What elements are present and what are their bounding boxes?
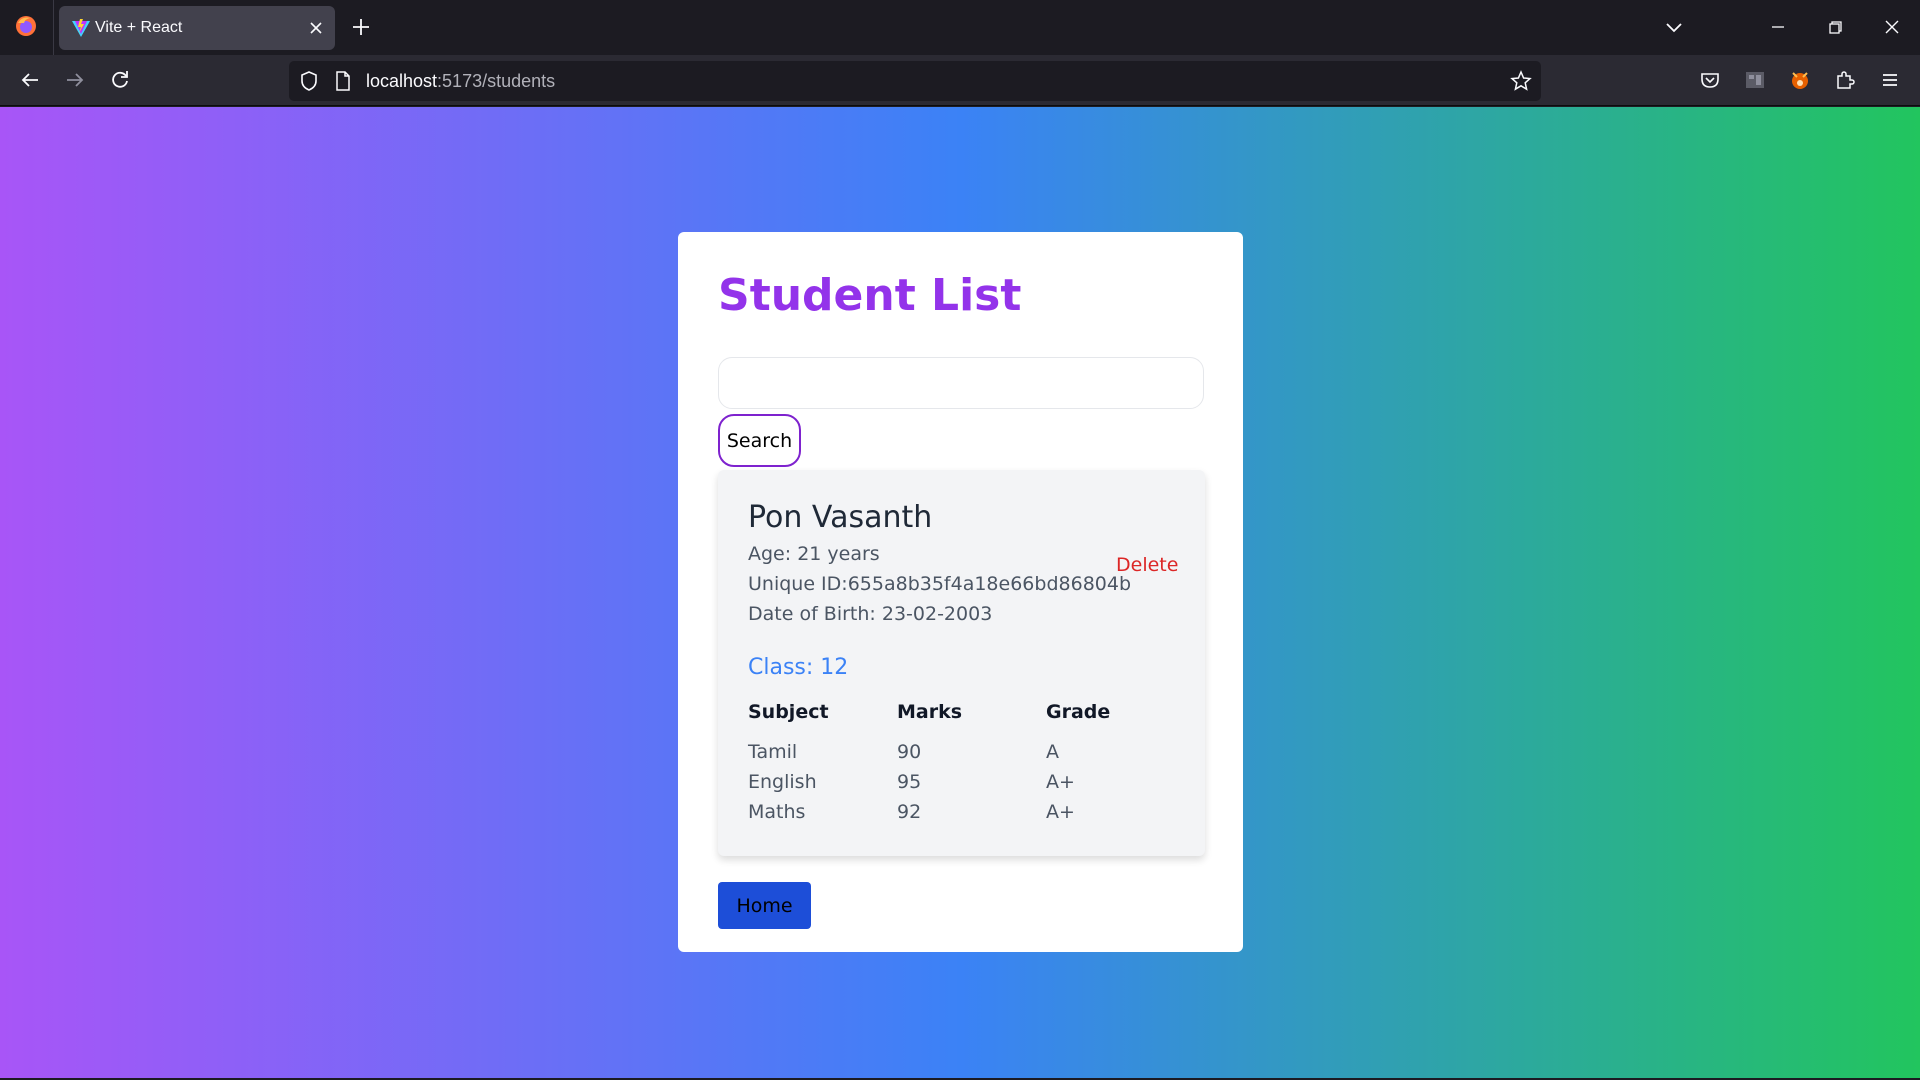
table-cell-marks: 95 bbox=[897, 771, 922, 793]
table-cell-grade: A+ bbox=[1046, 771, 1075, 793]
minimize-icon[interactable] bbox=[1765, 14, 1791, 40]
table-cell-marks: 92 bbox=[897, 801, 922, 823]
student-unique-id: Unique ID:655a8b35f4a18e66bd86804b bbox=[748, 573, 1132, 595]
puzzle-icon[interactable] bbox=[1832, 67, 1858, 93]
url-path: :5173/students bbox=[437, 71, 556, 91]
student-class: Class: 12 bbox=[748, 655, 849, 680]
table-cell-subject: Maths bbox=[748, 801, 806, 823]
home-button[interactable]: Home bbox=[718, 882, 811, 929]
search-input[interactable] bbox=[718, 357, 1204, 409]
url-bar[interactable]: localhost:5173/students bbox=[289, 61, 1541, 101]
restore-icon[interactable] bbox=[1822, 14, 1848, 40]
table-cell-marks: 90 bbox=[897, 741, 922, 763]
table-cell-subject: English bbox=[748, 771, 817, 793]
browser-tab-bar: Vite + React bbox=[0, 0, 1920, 55]
firefox-icon[interactable] bbox=[14, 14, 38, 38]
reload-icon[interactable] bbox=[107, 67, 133, 93]
browser-nav-bar: localhost:5173/students bbox=[0, 55, 1920, 106]
arrow-right-icon[interactable] bbox=[62, 67, 88, 93]
student-age: Age: 21 years bbox=[748, 543, 880, 565]
table-header-subject: Subject bbox=[748, 701, 829, 723]
star-icon[interactable] bbox=[1509, 69, 1533, 93]
arrow-left-icon[interactable] bbox=[17, 67, 43, 93]
page-icon[interactable] bbox=[332, 69, 354, 93]
table-cell-subject: Tamil bbox=[748, 741, 798, 763]
url-host: localhost bbox=[366, 71, 438, 91]
student-card: Pon Vasanth Age: 21 years Unique ID:655a… bbox=[718, 470, 1205, 856]
table-cell-grade: A+ bbox=[1046, 801, 1075, 823]
reader-icon[interactable] bbox=[1742, 67, 1768, 93]
student-list-panel: Student List Search Pon Vasanth Age: 21 … bbox=[678, 232, 1243, 952]
pocket-icon[interactable] bbox=[1697, 67, 1723, 93]
url-text[interactable]: localhost:5173/students bbox=[366, 71, 555, 92]
table-header-marks: Marks bbox=[897, 701, 963, 723]
hamburger-icon[interactable] bbox=[1877, 67, 1903, 93]
table-cell-grade: A bbox=[1046, 741, 1059, 763]
chevron-down-icon[interactable] bbox=[1661, 14, 1687, 40]
shield-icon[interactable] bbox=[297, 69, 321, 93]
tab-vite-react[interactable]: Vite + React bbox=[59, 6, 335, 50]
close-icon[interactable] bbox=[307, 19, 325, 37]
close-window-icon[interactable] bbox=[1879, 14, 1905, 40]
tab-title: Vite + React bbox=[95, 19, 183, 36]
page-background: Student List Search Pon Vasanth Age: 21 … bbox=[0, 107, 1920, 1080]
tab-separator bbox=[53, 0, 54, 55]
page-title: Student List bbox=[718, 270, 1022, 321]
plus-icon[interactable] bbox=[348, 14, 374, 40]
table-header-grade: Grade bbox=[1046, 701, 1111, 723]
student-dob: Date of Birth: 23-02-2003 bbox=[748, 603, 993, 625]
vite-icon bbox=[72, 19, 90, 37]
student-name: Pon Vasanth bbox=[748, 500, 933, 535]
fox-extension-icon[interactable] bbox=[1787, 67, 1813, 93]
delete-button[interactable]: Delete bbox=[1116, 554, 1178, 576]
search-button[interactable]: Search bbox=[718, 414, 801, 467]
